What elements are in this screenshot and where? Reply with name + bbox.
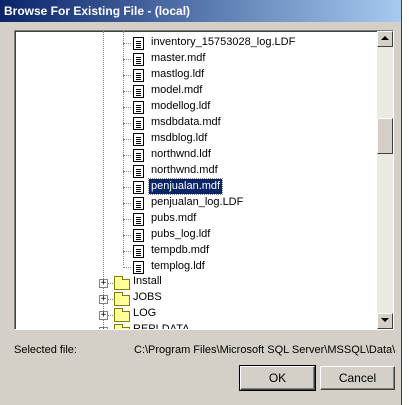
tree-connector [123, 251, 131, 252]
file-tree-content: inventory_15753028_log.LDF master.mdf mast… [15, 31, 376, 329]
tree-folder-item[interactable]: Install [131, 275, 164, 287]
tree-file-item[interactable]: msdbdata.mdf [149, 115, 223, 130]
file-icon [133, 181, 144, 194]
expand-toggle-icon[interactable]: + [99, 327, 108, 329]
file-icon [133, 245, 144, 258]
dialog-title: Browse For Existing File - (local) [0, 0, 401, 22]
browse-file-dialog: Browse For Existing File - (local) inven… [0, 0, 402, 405]
arrow-down-icon [381, 318, 389, 322]
expand-toggle-icon[interactable]: + [99, 279, 108, 288]
tree-folder-item[interactable]: REPLDATA [131, 323, 191, 329]
tree-connector [123, 203, 131, 204]
ok-button[interactable]: OK [239, 365, 316, 391]
tree-connector [123, 91, 131, 92]
expand-toggle-icon[interactable]: + [99, 311, 108, 320]
file-icon [133, 229, 144, 242]
file-icon [133, 165, 144, 178]
tree-folder-item[interactable]: LOG [131, 307, 158, 319]
cancel-button[interactable]: Cancel [320, 366, 395, 390]
tree-file-item[interactable]: penjualan_log.LDF [149, 195, 245, 210]
scrollbar-thumb[interactable] [377, 118, 393, 154]
tree-file-item[interactable]: master.mdf [149, 51, 207, 66]
folder-icon [114, 324, 130, 329]
file-icon [133, 69, 144, 82]
tree-file-item[interactable]: modellog.ldf [149, 99, 212, 114]
expand-toggle-icon[interactable]: + [99, 295, 108, 304]
tree-connector [123, 171, 131, 172]
tree-connector [123, 235, 131, 236]
tree-guide-line [123, 31, 124, 265]
tree-file-item[interactable]: northwnd.mdf [149, 163, 220, 178]
file-icon [133, 149, 144, 162]
file-icon [133, 197, 144, 210]
tree-connector [123, 59, 131, 60]
tree-file-item[interactable]: templog.ldf [149, 259, 207, 274]
tree-connector [123, 219, 131, 220]
file-icon [133, 213, 144, 226]
vertical-scrollbar[interactable] [377, 31, 393, 329]
file-icon [133, 117, 144, 130]
file-tree-view[interactable]: inventory_15753028_log.LDF master.mdf mast… [14, 30, 394, 330]
tree-folder-item[interactable]: JOBS [131, 291, 164, 303]
folder-icon [114, 276, 130, 290]
tree-file-item-selected[interactable]: penjualan.mdf [147, 178, 224, 195]
file-icon [133, 85, 144, 98]
tree-file-item[interactable]: pubs.mdf [149, 211, 198, 226]
tree-connector [123, 187, 131, 188]
tree-file-item[interactable]: tempdb.mdf [149, 243, 211, 258]
file-icon [133, 101, 144, 114]
arrow-up-icon [381, 36, 389, 40]
tree-connector [123, 123, 131, 124]
file-icon [133, 37, 144, 50]
tree-connector [123, 139, 131, 140]
tree-connector [123, 267, 131, 268]
selected-file-path: C:\Program Files\Microsoft SQL Server\MS… [134, 344, 396, 356]
tree-connector [123, 43, 131, 44]
tree-connector [123, 155, 131, 156]
tree-file-item[interactable]: model.mdf [149, 83, 204, 98]
scroll-up-button[interactable] [377, 31, 393, 47]
tree-file-item[interactable]: pubs_log.ldf [149, 227, 212, 242]
file-icon [133, 261, 144, 274]
selected-file-label: Selected file: [14, 344, 77, 356]
tree-connector [123, 75, 131, 76]
file-icon [133, 53, 144, 66]
folder-icon [114, 292, 130, 306]
scroll-down-button[interactable] [377, 313, 393, 329]
tree-connector [123, 107, 131, 108]
tree-file-item[interactable]: northwnd.ldf [149, 147, 213, 162]
file-icon [133, 133, 144, 146]
tree-file-item[interactable]: mastlog.ldf [149, 67, 206, 82]
tree-file-item[interactable]: inventory_15753028_log.LDF [149, 35, 297, 50]
tree-file-item[interactable]: msdblog.ldf [149, 131, 209, 146]
folder-icon [114, 308, 130, 322]
